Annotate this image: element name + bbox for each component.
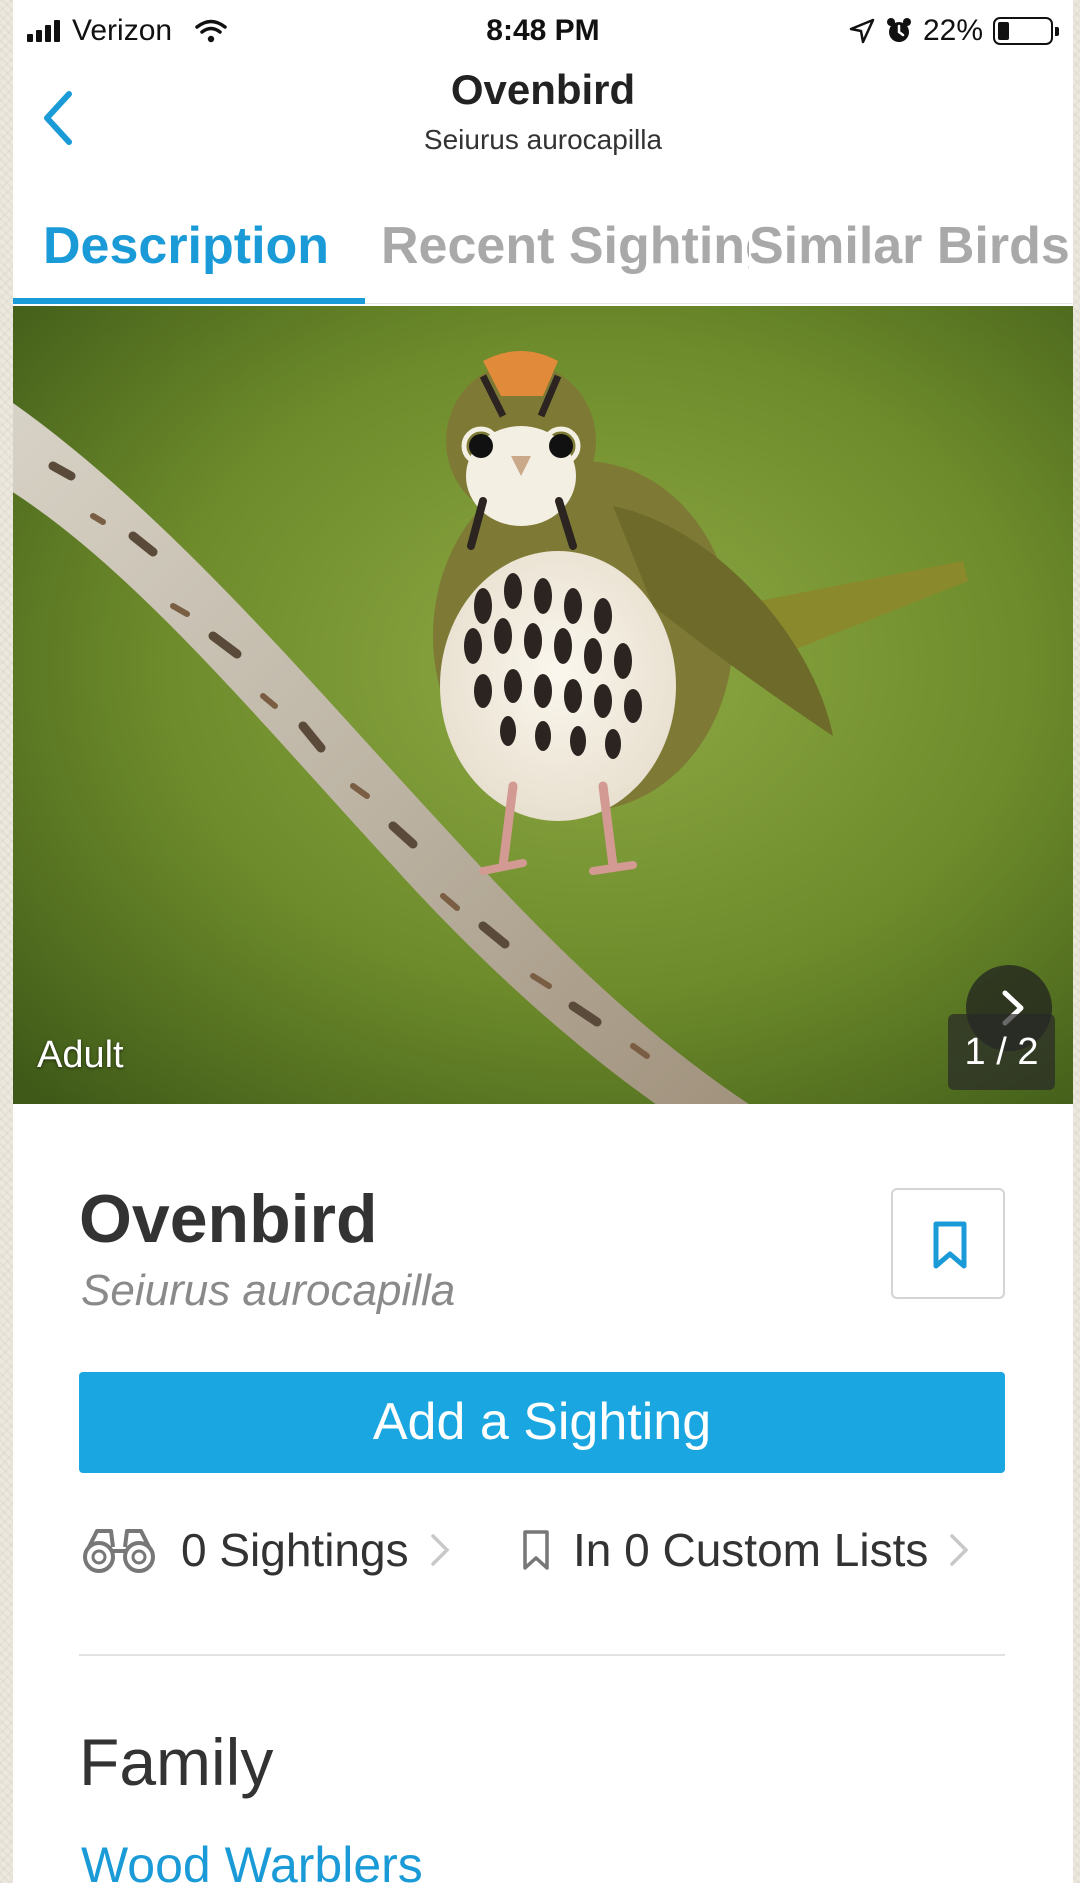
battery-icon	[993, 17, 1059, 45]
battery-percent: 22%	[922, 14, 983, 47]
custom-lists-count: In 0 Custom Lists	[573, 1524, 929, 1576]
status-bar: Verizon 8:48 PM 22%	[13, 0, 1073, 64]
nav-header: Ovenbird Seiurus aurocapilla	[13, 62, 1073, 162]
tab-bar: Description Recent Sightings Similar Bir…	[13, 200, 1073, 304]
chevron-right-icon	[430, 1534, 450, 1566]
stats-row: 0 Sightings In 0 Custom Lists	[79, 1515, 1005, 1585]
bookmark-icon	[933, 1221, 967, 1269]
tab-recent-sightings[interactable]: Recent Sightings	[381, 200, 749, 304]
tab-description[interactable]: Description	[43, 200, 373, 304]
photo-counter: 1 / 2	[948, 1014, 1055, 1090]
alarm-clock-icon	[886, 18, 911, 42]
bookmark-button[interactable]	[891, 1188, 1005, 1299]
page-subtitle: Seiurus aurocapilla	[423, 124, 663, 155]
battery-cap	[1055, 27, 1059, 36]
app-screen: Verizon 8:48 PM 22% Ovenbird Seiurus aur…	[13, 0, 1073, 1883]
photo-caption: Adult	[37, 1034, 124, 1076]
family-heading: Family	[79, 1725, 274, 1799]
divider	[79, 1654, 1005, 1656]
family-link[interactable]: Wood Warblers	[81, 1836, 423, 1883]
species-name: Ovenbird	[79, 1181, 378, 1257]
battery-level	[998, 22, 1009, 40]
chevron-right-icon	[950, 1534, 969, 1566]
sightings-count: 0 Sightings	[181, 1524, 409, 1576]
custom-lists-link[interactable]: In 0 Custom Lists	[521, 1515, 970, 1585]
active-tab-indicator	[13, 298, 365, 304]
species-scientific-name: Seiurus aurocapilla	[81, 1266, 456, 1315]
bird-photo	[13, 306, 1073, 1104]
tab-similar-birds[interactable]: Similar Birds	[749, 200, 1073, 304]
binoculars-icon	[83, 1529, 155, 1573]
sightings-link[interactable]: 0 Sightings	[79, 1515, 451, 1585]
bird-photo-carousel[interactable]: Adult 1 / 2	[13, 306, 1073, 1104]
location-arrow-icon	[849, 18, 875, 44]
page-title: Ovenbird	[450, 66, 636, 113]
status-right: 22%	[849, 14, 1059, 48]
add-sighting-button[interactable]: Add a Sighting	[79, 1372, 1005, 1473]
bookmark-outline-icon	[523, 1530, 549, 1570]
